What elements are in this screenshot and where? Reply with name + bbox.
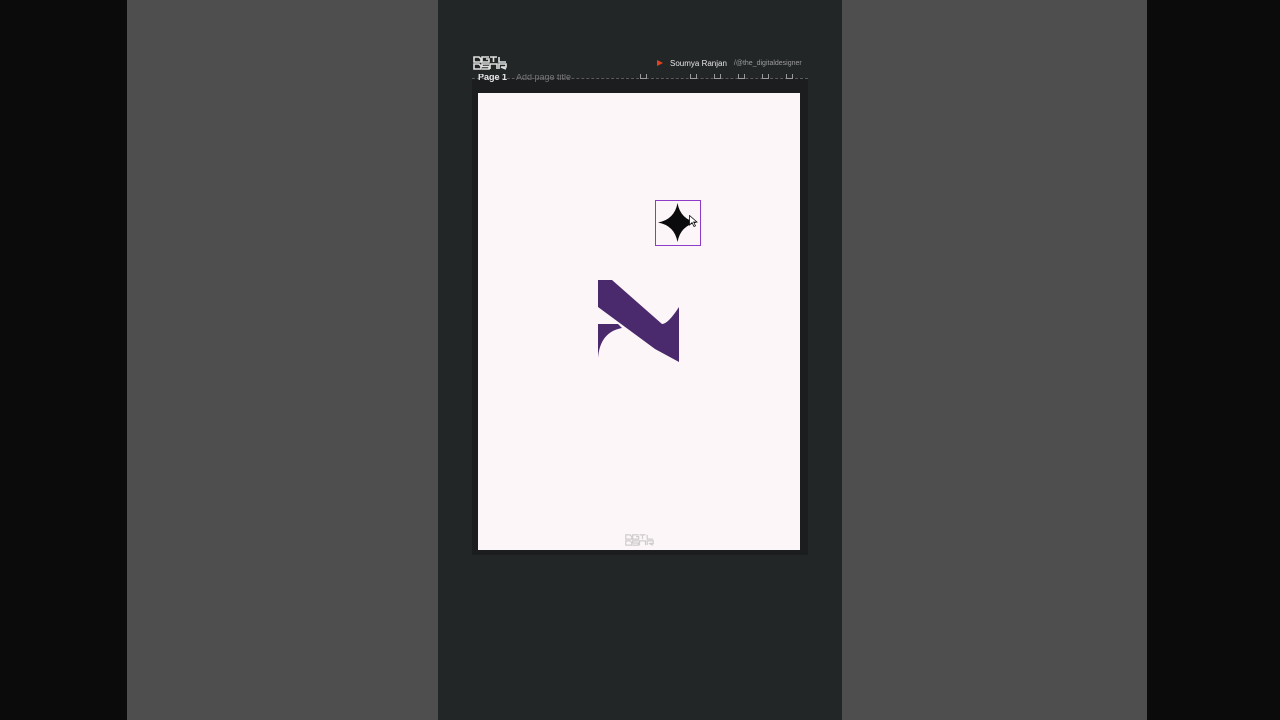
- canvas-page[interactable]: [478, 93, 800, 550]
- author-handle[interactable]: /@the_digitaldesigner: [734, 60, 802, 67]
- delete-icon[interactable]: [762, 74, 769, 79]
- design-editor: Page 1: [472, 74, 808, 555]
- hide-icon[interactable]: [690, 74, 697, 79]
- page-label: Page 1: [478, 74, 508, 82]
- dgtl-dsgnr-logo-icon: [473, 56, 507, 70]
- duplicate-icon[interactable]: [738, 74, 745, 79]
- play-icon[interactable]: [657, 60, 663, 66]
- lock-icon[interactable]: [714, 74, 721, 79]
- mouse-cursor-icon: [689, 215, 698, 227]
- page-title-input[interactable]: [516, 74, 596, 82]
- add-page-icon[interactable]: [786, 74, 793, 79]
- right-letterbox: [1147, 0, 1280, 720]
- collapse-icon[interactable]: [640, 74, 647, 79]
- left-blurred-backdrop: [127, 0, 438, 720]
- channel-credit: Soumya Ranjan /@the_digitaldesigner: [657, 57, 802, 69]
- left-letterbox: [0, 0, 127, 720]
- page-toolbar: Page 1: [478, 74, 800, 84]
- brand-logo-mark[interactable]: [598, 280, 680, 362]
- selected-element[interactable]: [655, 200, 701, 246]
- right-blurred-backdrop: [842, 0, 1147, 720]
- dgtl-dsgnr-watermark-icon: [625, 534, 654, 546]
- video-frame: Soumya Ranjan /@the_digitaldesigner Page…: [438, 0, 842, 720]
- author-name[interactable]: Soumya Ranjan: [670, 59, 727, 68]
